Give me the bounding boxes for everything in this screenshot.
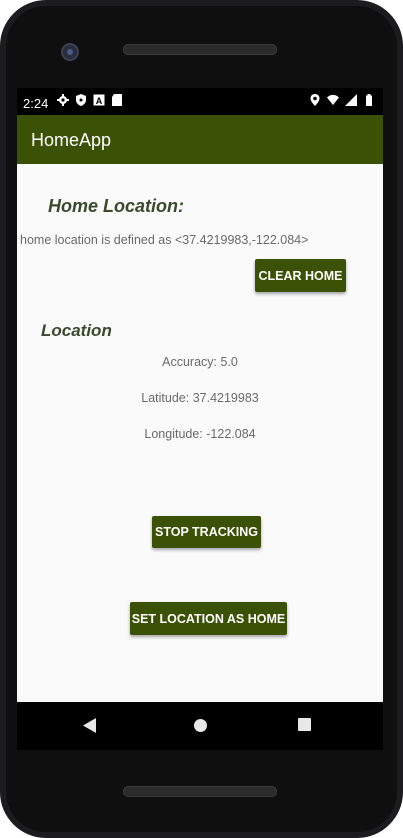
screen: 2:24 A HomeApp Home Location: home locat… bbox=[17, 88, 383, 750]
gear-icon bbox=[57, 94, 69, 106]
status-icons-left: A bbox=[57, 94, 123, 106]
home-icon[interactable] bbox=[194, 719, 207, 732]
latitude-text: Latitude: 37.4219983 bbox=[141, 391, 259, 405]
set-location-as-home-button[interactable]: SET LOCATION AS HOME bbox=[130, 602, 287, 635]
app-title: HomeApp bbox=[31, 130, 112, 150]
top-speaker bbox=[123, 44, 277, 55]
home-location-text: home location is defined as <37.4219983,… bbox=[20, 233, 309, 247]
front-camera-icon bbox=[61, 43, 79, 61]
recents-icon[interactable] bbox=[298, 718, 311, 731]
signal-icon bbox=[345, 94, 357, 106]
longitude-text: Longitude: -122.084 bbox=[144, 427, 256, 441]
main-content: Home Location: home location is defined … bbox=[17, 164, 383, 702]
status-icons-right bbox=[309, 94, 375, 106]
back-icon[interactable] bbox=[83, 718, 97, 733]
app-bar: HomeApp bbox=[17, 115, 383, 164]
status-time: 2:24 bbox=[23, 96, 49, 111]
svg-text:A: A bbox=[96, 96, 103, 106]
wifi-icon bbox=[327, 94, 339, 105]
phone-frame: 2:24 A HomeApp Home Location: home locat… bbox=[0, 0, 403, 838]
navigation-bar bbox=[17, 702, 383, 750]
location-heading: Location bbox=[41, 321, 112, 340]
font-a-icon: A bbox=[93, 94, 105, 106]
location-pin-icon bbox=[310, 94, 320, 106]
shield-icon bbox=[76, 94, 86, 106]
home-location-heading: Home Location: bbox=[48, 196, 185, 216]
sd-card-icon bbox=[112, 94, 122, 106]
accuracy-text: Accuracy: 5.0 bbox=[162, 355, 238, 369]
clear-home-button[interactable]: CLEAR HOME bbox=[255, 259, 346, 292]
status-bar: 2:24 A bbox=[17, 88, 383, 115]
bottom-speaker bbox=[123, 786, 277, 797]
stop-tracking-button[interactable]: STOP TRACKING bbox=[152, 516, 261, 548]
battery-icon bbox=[366, 94, 372, 106]
